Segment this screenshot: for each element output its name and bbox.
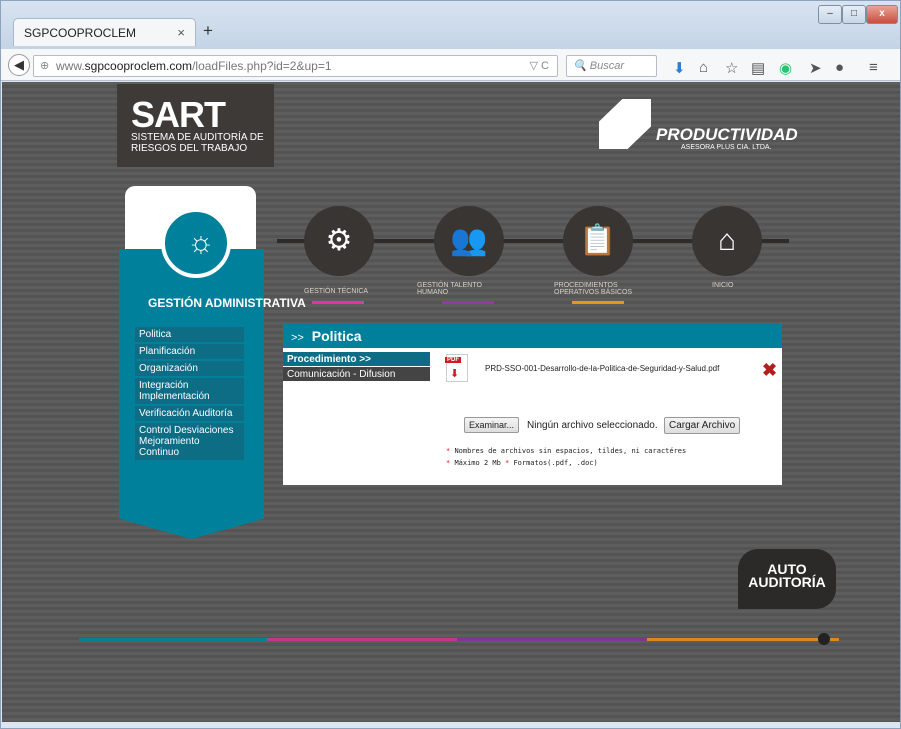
navigation-bar: ◀ ⊕ www.sgpcooproclem.com/loadFiles.php?…	[1, 49, 900, 81]
delete-file-icon[interactable]: ✖	[762, 360, 777, 381]
content-subnav: Procedimiento >> Comunicación - Difusion	[283, 352, 430, 382]
tab-close-icon[interactable]: ×	[177, 25, 185, 40]
extension-icon[interactable]: ◉	[779, 59, 792, 77]
gears-icon: ⚙	[325, 224, 353, 257]
lightbulb-icon: ☼	[187, 226, 215, 259]
clipboard-icon: 📋	[579, 224, 617, 257]
menu-icon[interactable]: ≡	[869, 59, 878, 76]
url-host: sgpcooproclem.com	[84, 59, 193, 73]
left-panel-title: GESTIÓN ADMINISTRATIVA	[148, 296, 306, 310]
bottom-line-teal	[79, 638, 267, 641]
upload-notes: * Nombres de archivos sin espacios, tild…	[446, 445, 686, 469]
browser-window: SGPCOOPROCLEM × + – □ x ◀ ⊕ www.sgpcoopr…	[0, 0, 901, 729]
note-line-1: * Nombres de archivos sin espacios, tild…	[446, 445, 686, 457]
note-line-2: * Máximo 2 Mb * Formatos(.pdf, .doc)	[446, 457, 686, 469]
menu-item-organizacion[interactable]: Organización	[135, 361, 244, 376]
bottom-line-orange	[647, 638, 839, 641]
menu-item-planificacion[interactable]: Planificación	[135, 344, 244, 359]
bulb-badge: ☼	[161, 208, 231, 278]
required-asterisk: *	[505, 459, 510, 467]
timeline-dot	[818, 633, 830, 645]
home-outline-icon: ⌂	[717, 224, 737, 257]
step-bar-talento	[442, 301, 494, 304]
maximize-button[interactable]: □	[842, 5, 866, 24]
chat-icon[interactable]: ●	[835, 59, 844, 76]
web-page: SART SISTEMA DE AUDITORÍA DE RIESGOS DEL…	[2, 82, 900, 722]
url-path: /loadFiles.php?id=2&up=1	[192, 59, 332, 73]
note-max-size: Máximo 2 Mb	[454, 459, 501, 467]
step-label-procedimientos[interactable]: PROCEDIMIENTOS OPERATIVOS BÁSICOS	[554, 282, 649, 296]
people-icon: 👥	[450, 224, 488, 257]
note-formats: Formatos(.pdf, .doc)	[513, 459, 598, 467]
file-row: PDF ⬇ PRD-SSO-001-Desarrollo-de-la-Polit…	[445, 354, 777, 388]
required-asterisk: *	[446, 447, 451, 455]
step-bar-procedimientos	[572, 301, 624, 304]
sart-subtitle: SISTEMA DE AUDITORÍA DE RIESGOS DEL TRAB…	[131, 132, 264, 154]
menu-item-integracion[interactable]: Integración Implementación	[135, 378, 244, 404]
bottom-line-magenta	[267, 638, 457, 641]
search-icon: 🔍	[573, 60, 587, 72]
browser-tab[interactable]: SGPCOOPROCLEM ×	[13, 18, 196, 46]
step-label-tecnica[interactable]: GESTIÓN TÉCNICA	[304, 288, 368, 295]
step-label-talento[interactable]: GESTIÓN TALENTO HUMANO	[417, 282, 512, 296]
bookmark-star-icon[interactable]: ☆	[725, 59, 738, 77]
search-placeholder: Buscar	[589, 60, 625, 72]
url-prefix: www.	[56, 59, 85, 73]
required-asterisk: *	[446, 459, 451, 467]
pdf-arrow-icon: ⬇	[450, 368, 460, 380]
bottom-line-purple	[457, 638, 647, 641]
tab-title: SGPCOOPROCLEM	[24, 26, 137, 40]
close-window-button[interactable]: x	[866, 5, 898, 24]
pdf-file-icon[interactable]: PDF ⬇	[445, 354, 468, 382]
sart-logo[interactable]: SART SISTEMA DE AUDITORÍA DE RIESGOS DEL…	[117, 84, 274, 167]
pdf-tag: PDF	[445, 357, 461, 363]
reload-icon[interactable]: ▽ C	[530, 59, 549, 72]
file-name-link[interactable]: PRD-SSO-001-Desarrollo-de-la-Politica-de…	[485, 364, 719, 373]
home-icon[interactable]: ⌂	[699, 59, 708, 76]
no-file-text: Ningún archivo seleccionado.	[527, 420, 658, 431]
step-gestion-tecnica[interactable]: ⚙	[304, 206, 374, 276]
content-header: >> Politica	[283, 324, 782, 348]
browse-button[interactable]: Examinar...	[464, 417, 520, 433]
upload-button[interactable]: Cargar Archivo	[664, 417, 741, 434]
content-panel: >> Politica Procedimiento >> Comunicació…	[283, 324, 782, 485]
step-inicio[interactable]: ⌂	[692, 206, 762, 276]
address-bar[interactable]: ⊕ www.sgpcooproclem.com/loadFiles.php?id…	[33, 55, 558, 77]
upload-row: Examinar... Ningún archivo seleccionado.…	[464, 417, 764, 437]
menu-item-control[interactable]: Control Desviaciones Mejoramiento Contin…	[135, 423, 244, 460]
back-arrow-icon[interactable]: ◀	[8, 54, 30, 76]
title-bar: SGPCOOPROCLEM × + – □ x	[1, 1, 900, 49]
send-icon[interactable]: ➤	[809, 59, 822, 77]
menu-item-politica[interactable]: Politica	[135, 327, 244, 342]
search-input[interactable]: 🔍 Buscar	[566, 55, 657, 77]
step-bar-tecnica	[312, 301, 364, 304]
download-icon[interactable]: ⬇	[673, 59, 686, 77]
auto-line-2: AUDITORÍA	[748, 574, 826, 590]
subnav-procedimiento[interactable]: Procedimiento >>	[283, 352, 430, 366]
note-filename-rule: Nombres de archivos sin espacios, tildes…	[454, 447, 687, 455]
step-talento-humano[interactable]: 👥	[434, 206, 504, 276]
auto-auditoria-button[interactable]: AUTO AUDITORÍA	[738, 549, 836, 609]
left-menu: Politica Planificación Organización Inte…	[135, 327, 244, 462]
subnav-comunicacion[interactable]: Comunicación - Difusion	[283, 367, 430, 381]
new-tab-icon[interactable]: +	[203, 21, 213, 41]
productividad-mark-icon	[599, 99, 651, 149]
brand-tagline: ASESORA PLUS CIA. LTDA.	[681, 144, 772, 151]
header-arrows: >>	[291, 332, 304, 344]
reading-list-icon[interactable]: ▤	[751, 59, 765, 77]
menu-item-verificacion[interactable]: Verificación Auditoría	[135, 406, 244, 421]
globe-icon: ⊕	[40, 60, 50, 72]
minimize-button[interactable]: –	[818, 5, 842, 24]
productividad-logo: PRODUCTIVIDAD ASESORA PLUS CIA. LTDA.	[599, 99, 799, 159]
sart-title: SART	[131, 94, 226, 135]
step-label-inicio[interactable]: INICIO	[712, 282, 733, 289]
content-title: Politica	[311, 328, 362, 344]
step-procedimientos[interactable]: 📋	[563, 206, 633, 276]
brand-name: PRODUCTIVIDAD	[656, 125, 798, 144]
